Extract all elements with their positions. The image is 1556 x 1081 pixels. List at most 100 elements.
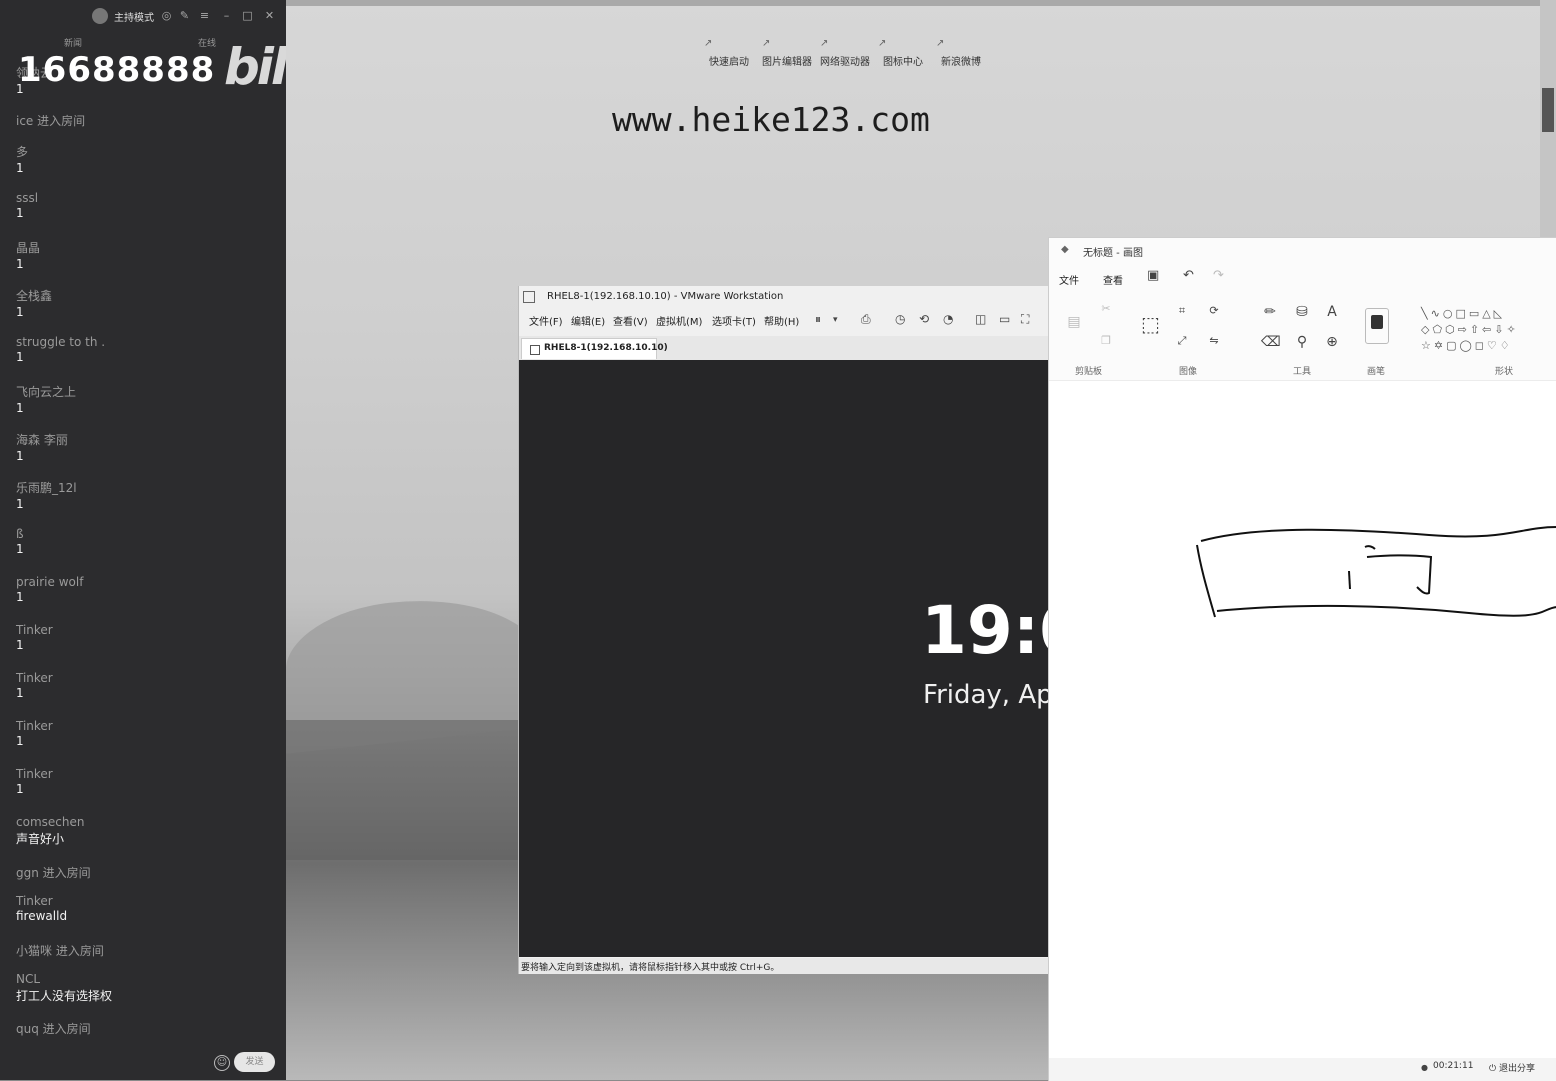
status-hint: 要将输入定向到该虚拟机，请将鼠标指针移入其中或按 Ctrl+G。 bbox=[521, 963, 780, 973]
tab-news[interactable]: 新闻 bbox=[64, 36, 82, 49]
share-timer: 00:21:11 bbox=[1433, 1061, 1474, 1071]
paint-title-bar[interactable]: ◆ 无标题 - 画图 bbox=[1049, 238, 1556, 262]
paint-app-icon: ◆ bbox=[1061, 244, 1069, 255]
menu-tabs[interactable]: 选项卡(T) bbox=[712, 313, 756, 328]
shortcut-network-drive[interactable]: ↗ 网络驱动器 bbox=[820, 38, 870, 68]
save-icon[interactable]: ▣ bbox=[1147, 268, 1159, 283]
console-view-icon[interactable]: ▭ bbox=[999, 312, 1010, 326]
tab-online[interactable]: 在线 bbox=[198, 36, 216, 49]
paste-icon[interactable]: ▤ bbox=[1065, 314, 1083, 330]
vmware-menu-bar: 文件(F) 编辑(E) 查看(V) 虚拟机(M) 选项卡(T) 帮助(H) ⏸ … bbox=[519, 310, 1049, 332]
menu-icon[interactable]: ≡ bbox=[198, 9, 211, 22]
eraser-icon[interactable]: ⌫ bbox=[1261, 334, 1281, 350]
vm-console-screen[interactable]: 19:0 Friday, Ap bbox=[519, 360, 1049, 957]
menu-vm[interactable]: 虚拟机(M) bbox=[656, 313, 702, 328]
snapshot-restore-icon[interactable]: ⟲ bbox=[919, 312, 929, 326]
chat-message: 乐雨鹏_12l 1 bbox=[16, 481, 77, 511]
flip-icon[interactable]: ⇋ bbox=[1205, 334, 1223, 347]
chat-message: comsechen 声音好小 bbox=[16, 815, 85, 846]
dropdown-icon[interactable]: ▾ bbox=[833, 315, 838, 325]
chat-message: 海森 李丽 1 bbox=[16, 433, 68, 463]
sidebar-toggle-icon[interactable]: ◫ bbox=[975, 312, 986, 326]
brush-icon bbox=[1371, 315, 1383, 329]
shapes-gallery-icon[interactable]: ╲∿○□▭△◺ ◇⬠⬡⇨⇧⇦⇩✧ ☆✡▢◯◻♡♢ bbox=[1421, 306, 1551, 354]
snapshot-icon[interactable]: ◷ bbox=[895, 312, 905, 326]
menu-view[interactable]: 查看 bbox=[1103, 272, 1123, 287]
shortcut-weibo[interactable]: ↗ 新浪微博 bbox=[936, 38, 986, 68]
paint-window: ◆ 无标题 - 画图 文件 查看 ▣ ↶ ↷ ▤ ✂ ❐ ⬚ ⌗ ⤢ ⟳ ⇋ ✏… bbox=[1048, 237, 1556, 1081]
menu-view[interactable]: 查看(V) bbox=[613, 313, 648, 328]
chat-message: ice 进入房间 bbox=[16, 114, 86, 128]
paint-menu-bar: 文件 查看 ▣ ↶ ↷ bbox=[1049, 268, 1556, 290]
vmware-status-bar: 要将输入定向到该虚拟机，请将鼠标指针移入其中或按 Ctrl+G。 bbox=[519, 958, 1049, 974]
background-window-scrollbar[interactable] bbox=[1540, 0, 1556, 240]
vmware-window-title: RHEL8-1(192.168.10.10) - VMware Workstat… bbox=[547, 291, 784, 302]
group-clipboard-label: 剪贴板 bbox=[1075, 367, 1103, 377]
select-icon[interactable]: ⬚ bbox=[1141, 312, 1160, 336]
lock-screen-clock: 19:0 bbox=[921, 592, 1049, 669]
shortcut-icon-center[interactable]: ↗ 图标中心 bbox=[878, 38, 928, 68]
lock-screen-date: Friday, Ap bbox=[923, 680, 1049, 710]
scrollbar-thumb[interactable] bbox=[1542, 88, 1554, 132]
text-icon[interactable]: A bbox=[1323, 304, 1341, 320]
group-image-label: 图像 bbox=[1179, 367, 1198, 377]
top-window-edge bbox=[286, 0, 1556, 6]
resize-icon[interactable]: ⤢ bbox=[1173, 334, 1191, 348]
exit-share-button[interactable]: ⏻ 退出分享 bbox=[1489, 1061, 1535, 1074]
shortcut-arrow-icon: ↗ bbox=[762, 38, 771, 49]
pencil-icon[interactable]: ✏ bbox=[1261, 304, 1279, 320]
vm-icon bbox=[530, 345, 540, 355]
maximize-icon[interactable]: □ bbox=[241, 9, 254, 22]
chat-message: Tinker 1 bbox=[16, 623, 53, 652]
crop-icon[interactable]: ⌗ bbox=[1173, 304, 1191, 318]
copy-icon[interactable]: ❐ bbox=[1097, 334, 1115, 347]
share-status-bar: ● 00:21:11 ⏻ 退出分享 bbox=[1049, 1058, 1556, 1081]
menu-help[interactable]: 帮助(H) bbox=[764, 313, 799, 328]
send-keys-icon[interactable]: ⎙ bbox=[861, 312, 871, 327]
site-watermark: www.heike123.com bbox=[612, 100, 930, 139]
chat-message: sssl 1 bbox=[16, 191, 39, 220]
menu-file[interactable]: 文件 bbox=[1059, 272, 1079, 287]
chat-message: struggle to th .1 bbox=[16, 335, 106, 364]
chat-message: 小猫咪 进入房间 bbox=[16, 944, 104, 958]
menu-edit[interactable]: 编辑(E) bbox=[571, 313, 605, 328]
chat-message: 飞向云之上 1 bbox=[16, 385, 77, 415]
live-chat-panel: 主持模式 ◎ ✎ ≡ – □ ✕ 新闻 在线 领纳云 1 ice 进入房间 多1 … bbox=[0, 0, 286, 1080]
paint-canvas[interactable] bbox=[1049, 380, 1556, 1061]
undo-icon[interactable]: ↶ bbox=[1183, 268, 1194, 283]
streamer-avatar bbox=[92, 8, 108, 24]
shortcut-image-editor[interactable]: ↗ 图片编辑器 bbox=[762, 38, 812, 68]
rotate-icon[interactable]: ⟳ bbox=[1205, 304, 1223, 317]
shortcut-arrow-icon: ↗ bbox=[820, 38, 829, 49]
color-picker-icon[interactable]: ⚲ bbox=[1293, 334, 1311, 350]
vmware-window: RHEL8-1(192.168.10.10) - VMware Workstat… bbox=[518, 286, 1049, 974]
fullscreen-icon[interactable]: ⛶ bbox=[1021, 312, 1029, 327]
brushes-button[interactable] bbox=[1365, 308, 1389, 344]
snapshot-manager-icon[interactable]: ◔ bbox=[943, 312, 953, 326]
menu-file[interactable]: 文件(F) bbox=[529, 313, 563, 328]
group-tools-label: 工具 bbox=[1293, 367, 1312, 377]
vmware-title-bar[interactable]: RHEL8-1(192.168.10.10) - VMware Workstat… bbox=[519, 286, 1049, 308]
chat-message: ß1 bbox=[16, 527, 24, 556]
send-button[interactable]: 发送 bbox=[234, 1052, 275, 1072]
room-number-overlay: 16688888 bbox=[18, 50, 216, 90]
vmware-tab-bar: RHEL8-1(192.168.10.10) bbox=[519, 336, 1049, 360]
shortcut-quick-launch[interactable]: ↗ 快速启动 bbox=[704, 38, 754, 68]
cut-icon[interactable]: ✂ bbox=[1097, 302, 1115, 315]
chat-message: 多1 bbox=[16, 145, 29, 175]
pause-icon[interactable]: ⏸ bbox=[815, 312, 821, 327]
magnifier-icon[interactable]: ⊕ bbox=[1323, 334, 1341, 350]
settings-icon[interactable]: ◎ bbox=[160, 9, 173, 22]
close-icon[interactable]: ✕ bbox=[263, 9, 276, 22]
wallpaper-shadow bbox=[286, 720, 526, 860]
group-shapes-label: 形状 bbox=[1495, 367, 1514, 377]
paint-ribbon: ▤ ✂ ❐ ⬚ ⌗ ⤢ ⟳ ⇋ ✏ ⛁ A ⌫ ⚲ ⊕ ╲∿○□▭△◺ ◇⬠⬡⇨⇧… bbox=[1049, 298, 1556, 380]
redo-icon[interactable]: ↷ bbox=[1213, 268, 1224, 283]
minimize-icon[interactable]: – bbox=[220, 9, 233, 22]
vmware-app-icon bbox=[523, 291, 535, 303]
tab-rhel8-1[interactable]: RHEL8-1(192.168.10.10) bbox=[521, 338, 668, 359]
emoji-icon[interactable]: ☺ bbox=[214, 1055, 230, 1071]
chat-message: Tinker 1 bbox=[16, 719, 53, 748]
edit-icon[interactable]: ✎ bbox=[178, 9, 191, 22]
fill-icon[interactable]: ⛁ bbox=[1293, 304, 1311, 320]
